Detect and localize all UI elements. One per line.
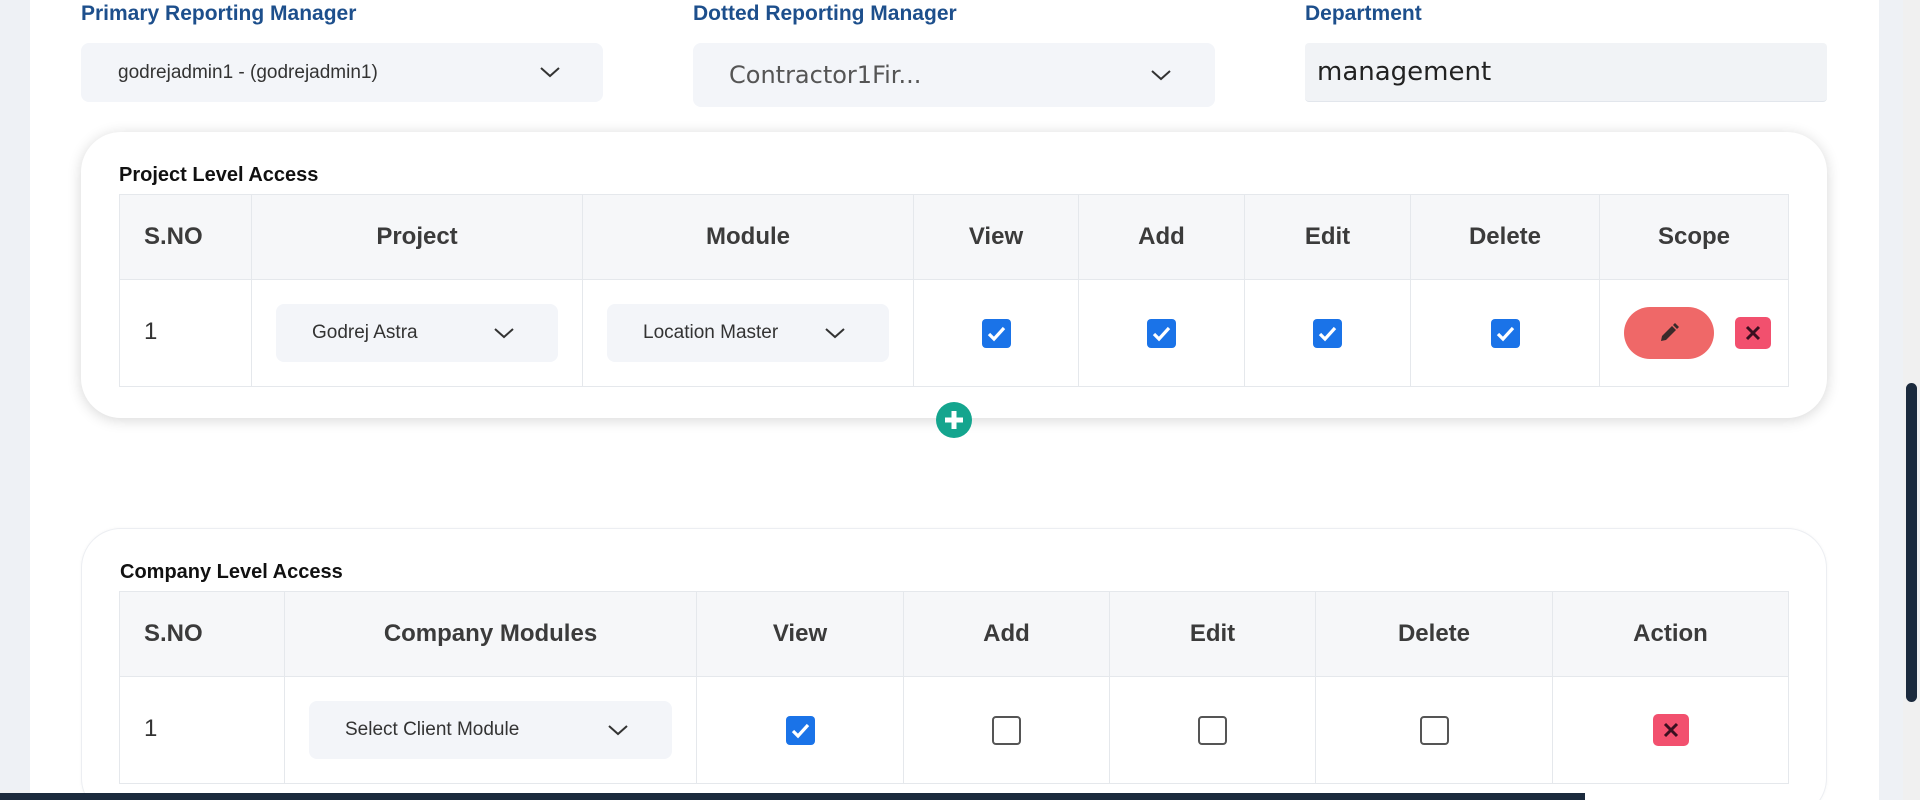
chevron-down-icon: [823, 321, 847, 345]
dotted-manager-label: Dotted Reporting Manager: [693, 2, 957, 25]
delete-checkbox[interactable]: [1490, 318, 1520, 348]
company-access-title: Company Level Access: [120, 561, 343, 583]
close-icon: [1745, 325, 1760, 341]
scope-edit-button[interactable]: [1624, 307, 1714, 359]
company-delete-checkbox[interactable]: [1419, 715, 1449, 745]
row-sno: 1: [119, 279, 252, 387]
header-scope: Scope: [1599, 194, 1789, 280]
scope-cell: [1599, 279, 1789, 387]
table-row: 1 Select Client Module: [119, 676, 1789, 784]
header-module: Module: [582, 194, 914, 280]
pencil-icon: [1661, 323, 1679, 341]
vertical-scrollbar-thumb[interactable]: [1906, 383, 1917, 702]
header-delete: Delete: [1410, 194, 1600, 280]
close-icon: [1663, 722, 1678, 738]
project-cell: Godrej Astra: [251, 279, 583, 387]
table-row: 1 Godrej Astra Location Master: [119, 279, 1789, 387]
module-value: Location Master: [643, 322, 779, 343]
header-sno: S.NO: [119, 194, 252, 280]
edit-checkbox[interactable]: [1313, 318, 1342, 348]
primary-manager-select[interactable]: godrejadmin1 - (godrejadmin1): [81, 43, 603, 102]
chevron-down-icon: [538, 60, 562, 84]
company-module-select[interactable]: Select Client Module: [309, 701, 672, 759]
company-module-cell: Select Client Module: [284, 676, 697, 784]
plus-circle-icon: [945, 411, 963, 429]
project-access-table: S.NO Project Module View Add Edit Delete…: [119, 194, 1789, 387]
dotted-manager-value: Contractor1Fir...: [729, 61, 922, 89]
row-sno: 1: [119, 676, 285, 784]
department-input[interactable]: management: [1305, 43, 1827, 102]
header-delete: Delete: [1315, 591, 1553, 677]
company-access-table: S.NO Company Modules View Add Edit Delet…: [119, 591, 1789, 784]
add-checkbox[interactable]: [1147, 318, 1176, 348]
add-row-button[interactable]: [936, 402, 972, 438]
view-checkbox[interactable]: [981, 318, 1011, 348]
company-module-value: Select Client Module: [345, 719, 520, 740]
header-view: View: [913, 194, 1079, 280]
department-value: management: [1317, 57, 1492, 87]
primary-manager-label: Primary Reporting Manager: [81, 2, 357, 25]
project-select[interactable]: Godrej Astra: [276, 304, 558, 362]
dotted-manager-select[interactable]: Contractor1Fir...: [693, 43, 1215, 107]
header-edit: Edit: [1109, 591, 1316, 677]
primary-manager-value: godrejadmin1 - (godrejadmin1): [118, 61, 378, 83]
horizontal-scrollbar-thumb[interactable]: [0, 793, 1585, 800]
company-view-checkbox[interactable]: [785, 715, 815, 745]
header-project: Project: [251, 194, 583, 280]
header-sno: S.NO: [119, 591, 285, 677]
chevron-down-icon: [492, 321, 516, 345]
company-edit-checkbox[interactable]: [1198, 715, 1227, 745]
company-remove-row-button[interactable]: [1652, 714, 1689, 746]
header-company-modules: Company Modules: [284, 591, 697, 677]
department-label: Department: [1305, 2, 1422, 25]
header-view: View: [696, 591, 904, 677]
project-access-title: Project Level Access: [119, 164, 319, 186]
remove-row-button[interactable]: [1734, 317, 1771, 349]
header-add: Add: [903, 591, 1110, 677]
chevron-down-icon: [606, 718, 630, 742]
module-cell: Location Master: [582, 279, 914, 387]
header-edit: Edit: [1244, 194, 1411, 280]
module-select[interactable]: Location Master: [607, 304, 889, 362]
project-value: Godrej Astra: [312, 322, 418, 343]
chevron-down-icon: [1149, 63, 1173, 87]
header-action: Action: [1552, 591, 1789, 677]
header-add: Add: [1078, 194, 1245, 280]
company-add-checkbox[interactable]: [992, 715, 1021, 745]
